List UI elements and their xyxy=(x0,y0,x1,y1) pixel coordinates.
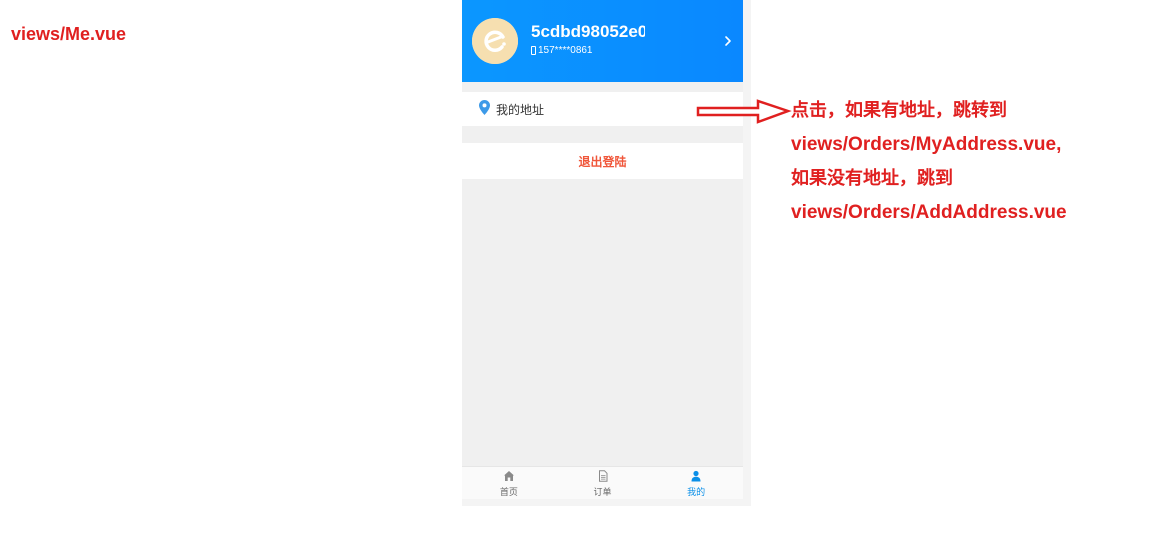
phone-number: 157****0861 xyxy=(538,45,593,56)
tab-home[interactable]: 首页 xyxy=(462,467,556,499)
annotation-line: views/Orders/MyAddress.vue, xyxy=(791,134,1062,155)
annotation-line: views/Orders/AddAddress.vue xyxy=(791,202,1067,223)
tab-orders[interactable]: 订单 xyxy=(556,467,650,499)
document-icon xyxy=(598,470,607,482)
user-icon xyxy=(691,470,701,482)
tab-home-label: 首页 xyxy=(499,488,518,498)
annotation-note: 点击，如果有地址，跳转到 views/Orders/MyAddress.vue,… xyxy=(791,94,1151,230)
tab-me[interactable]: 我的 xyxy=(649,467,743,499)
tab-me-label: 我的 xyxy=(687,488,706,498)
me-page: 5cdbd98052e0 157****0861 我的地址 退出登陆 首页 订单… xyxy=(462,0,743,499)
home-icon xyxy=(503,471,514,481)
annotation-line: 点击，如果有地址，跳转到 xyxy=(791,100,1007,121)
mobile-phone-icon xyxy=(531,46,536,55)
my-address-label: 我的地址 xyxy=(496,103,545,117)
location-pin-icon xyxy=(479,100,490,115)
page-file-label: views/Me.vue xyxy=(11,24,127,44)
logout-label: 退出登陆 xyxy=(578,154,627,169)
profile-header[interactable]: 5cdbd98052e0 157****0861 xyxy=(462,0,743,82)
logout-button[interactable]: 退出登陆 xyxy=(462,143,743,179)
phone-frame: 5cdbd98052e0 157****0861 我的地址 退出登陆 首页 订单… xyxy=(462,0,751,506)
chevron-right-icon xyxy=(725,36,731,46)
avatar xyxy=(472,18,518,64)
annotation-arrow-icon xyxy=(696,99,792,124)
tab-orders-label: 订单 xyxy=(593,488,612,498)
bottom-tab-bar: 首页 订单 我的 xyxy=(462,466,743,499)
annotation-line: 如果没有地址，跳到 xyxy=(791,168,953,189)
username: 5cdbd98052e0 xyxy=(531,22,645,41)
eleme-logo-icon xyxy=(472,18,518,64)
phone-row: 157****0861 xyxy=(531,45,593,56)
